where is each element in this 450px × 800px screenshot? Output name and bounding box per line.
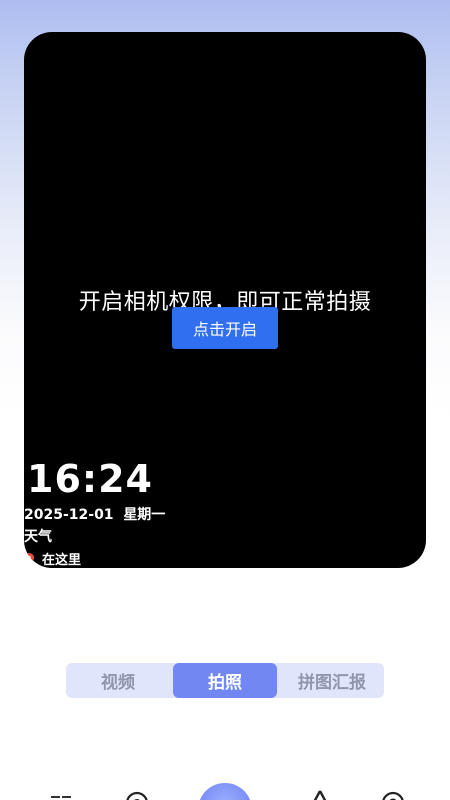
- watermark-time: 16:24: [27, 457, 153, 501]
- album-icon[interactable]: [50, 794, 72, 800]
- settings-icon[interactable]: [380, 790, 406, 800]
- watermark-weekday: 星期一: [123, 507, 166, 523]
- mode-switcher: 视频 拍照 拼图汇报: [66, 663, 384, 698]
- compass-icon[interactable]: [124, 790, 150, 800]
- enable-camera-button[interactable]: 点击开启: [172, 307, 278, 349]
- shutter-button[interactable]: [198, 783, 252, 800]
- camera-viewfinder: 开启相机权限，即可正常拍摄 点击开启 16:24 2025-12-01 星期一 …: [24, 32, 426, 568]
- watermark-location-text: 在这里: [42, 553, 82, 568]
- tab-collage-report[interactable]: 拼图汇报: [280, 663, 384, 698]
- watermark-date: 2025-12-01: [24, 507, 114, 523]
- tab-video[interactable]: 视频: [66, 663, 170, 698]
- tab-photo[interactable]: 拍照: [173, 663, 277, 698]
- up-arrow-icon[interactable]: [310, 790, 330, 800]
- location-pin-icon: [24, 552, 34, 565]
- watermark-location: 在这里: [24, 549, 81, 568]
- bottom-toolbar: [0, 780, 450, 800]
- watermark-date-line: 2025-12-01 星期一: [24, 504, 165, 524]
- watermark-weather: 天气: [24, 529, 52, 545]
